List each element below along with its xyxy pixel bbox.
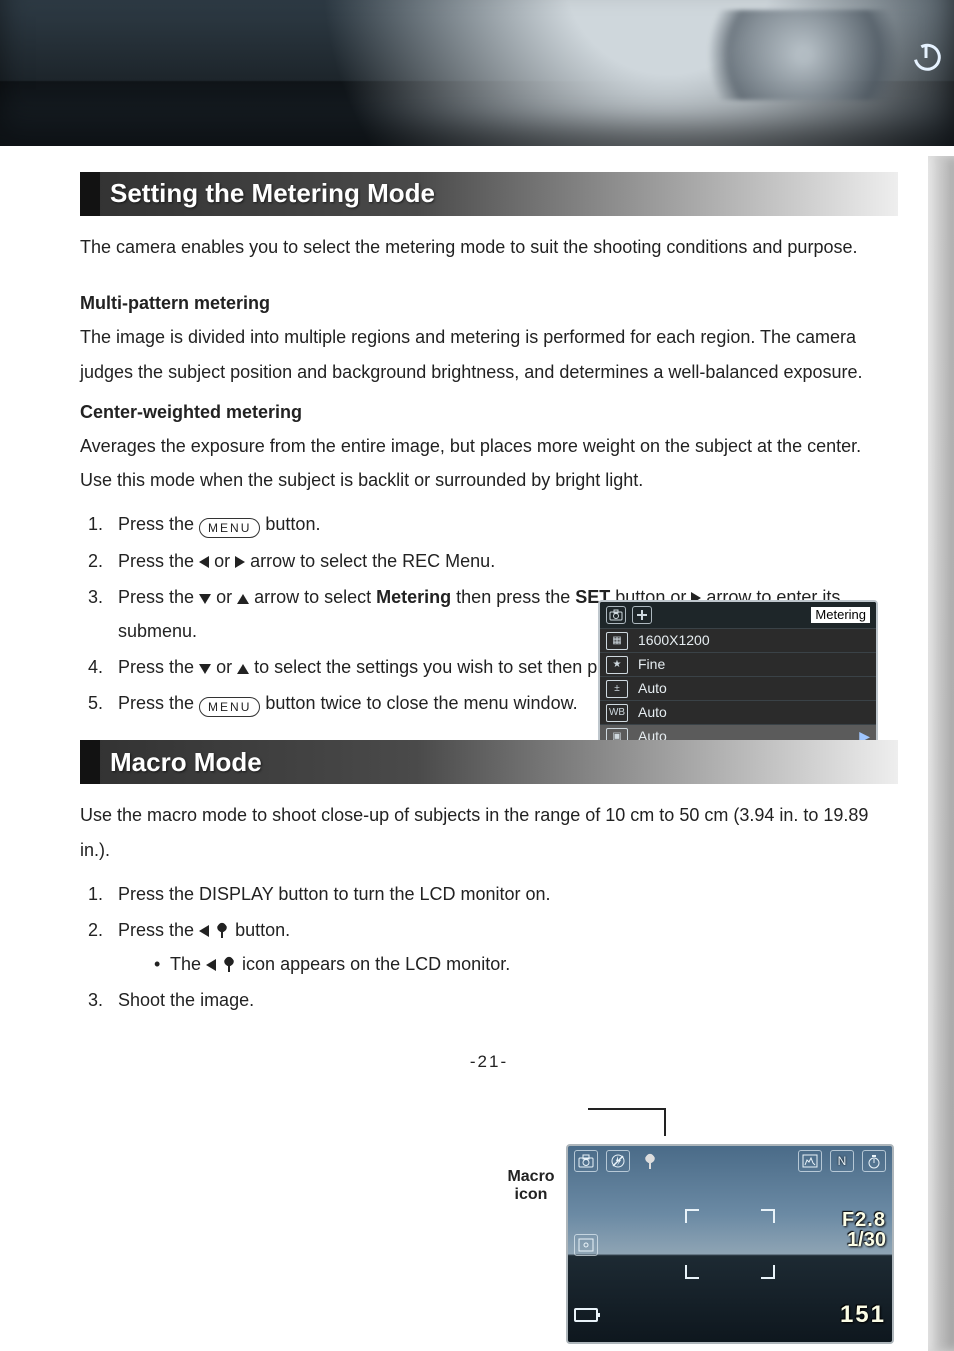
hero-banner — [0, 0, 954, 146]
arrow-left-icon — [206, 959, 216, 971]
metering-step-2: Press the or arrow to select the REC Men… — [108, 544, 898, 578]
arrow-up-icon — [237, 664, 249, 674]
menu-row-exposure: ± Auto — [600, 676, 876, 700]
menu-button-icon: MENU — [199, 518, 260, 538]
menu-button-icon: MENU — [199, 697, 260, 717]
wb-icon: WB — [606, 704, 628, 722]
menu-row-quality: ★ Fine — [600, 652, 876, 676]
macro-step-1: Press the DISPLAY button to turn the LCD… — [108, 877, 898, 911]
macro-step-2-sub: • The icon appears on the LCD monitor. — [154, 947, 898, 981]
quality-n-icon: N — [830, 1150, 854, 1172]
frames-remaining: 151 — [840, 1292, 886, 1338]
arrow-up-icon — [237, 594, 249, 604]
metering-step-1: Press the MENU button. — [108, 507, 898, 541]
macro-flower-icon — [214, 922, 230, 938]
multi-pattern-heading: Multi-pattern metering — [80, 286, 898, 320]
macro-step-3: Shoot the image. — [108, 983, 898, 1017]
arrow-down-icon — [199, 664, 211, 674]
camera-tab-icon — [606, 606, 626, 624]
arrow-left-icon — [199, 925, 209, 937]
no-flash-icon — [606, 1150, 630, 1172]
osd-bottom-row: 151 — [574, 1292, 886, 1338]
exposure-icon: ± — [606, 680, 628, 698]
metering-menu-screenshot: Metering ▦ 1600X1200 ★ Fine ± Auto WB Au… — [598, 600, 878, 750]
center-weighted-body: Averages the exposure from the entire im… — [80, 429, 898, 497]
section-metering-heading: Setting the Metering Mode — [80, 172, 898, 216]
aperture-value: F2.8 — [842, 1210, 886, 1230]
section-metering-title: Setting the Metering Mode — [96, 172, 898, 216]
self-timer-icon — [862, 1150, 886, 1172]
metering-menu-tag: Metering — [811, 607, 870, 623]
quality-icon: ★ — [606, 656, 628, 674]
shutter-value: 1/30 — [842, 1230, 886, 1250]
metering-menu-tabs: Metering — [600, 602, 876, 628]
histogram-icon — [798, 1150, 822, 1172]
macro-steps: Press the DISPLAY button to turn the LCD… — [80, 877, 898, 1018]
metering-mode-icon — [574, 1234, 598, 1256]
macro-flower-icon — [638, 1150, 662, 1172]
arrow-left-icon — [199, 556, 209, 568]
callout-line — [588, 1108, 666, 1136]
camera-mode-icon — [574, 1150, 598, 1172]
section-macro-title: Macro Mode — [96, 740, 898, 784]
metering-intro: The camera enables you to select the met… — [80, 230, 898, 264]
menu-row-resolution: ▦ 1600X1200 — [600, 628, 876, 652]
focus-brackets-icon — [685, 1209, 775, 1279]
battery-icon — [574, 1308, 598, 1322]
arrow-down-icon — [199, 594, 211, 604]
center-weighted-heading: Center-weighted metering — [80, 395, 898, 429]
callout-label: Macro icon — [502, 1168, 560, 1203]
menu-row-white-balance: WB Auto — [600, 700, 876, 724]
multi-pattern-body: The image is divided into multiple regio… — [80, 320, 898, 388]
lcd-display: N F2.8 1/30 151 — [566, 1144, 894, 1344]
arrow-right-icon — [235, 556, 245, 568]
osd-right: F2.8 1/30 — [842, 1210, 886, 1250]
page-number: -21- — [80, 1046, 898, 1078]
metering-menu-rows: ▦ 1600X1200 ★ Fine ± Auto WB Auto ▣ Auto… — [600, 628, 876, 748]
macro-lcd-screenshot: Macro icon N — [566, 1144, 894, 1344]
macro-step-2: Press the button. • The icon appears on … — [108, 913, 898, 981]
osd-top-row: N — [574, 1150, 886, 1172]
resolution-icon: ▦ — [606, 632, 628, 650]
macro-intro: Use the macro mode to shoot close-up of … — [80, 798, 898, 866]
power-icon — [908, 40, 944, 76]
setup-tab-icon — [632, 606, 652, 624]
section-macro-heading: Macro Mode — [80, 740, 898, 784]
macro-flower-icon — [221, 956, 237, 972]
